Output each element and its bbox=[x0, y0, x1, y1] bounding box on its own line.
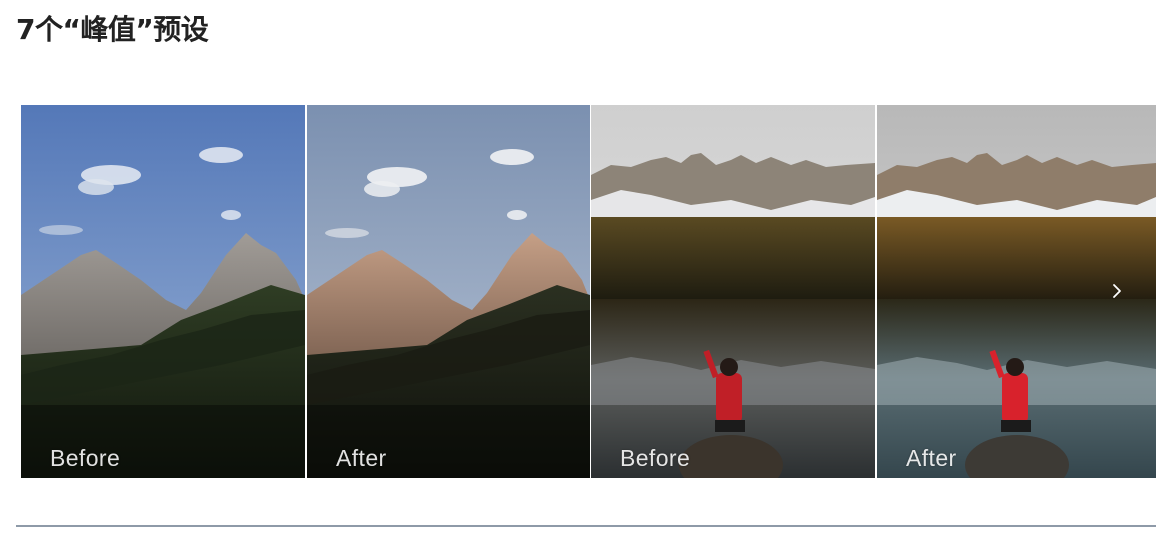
preset-image-mountain-after: After bbox=[307, 105, 590, 478]
preset-gallery[interactable]: Before After Before After bbox=[21, 105, 1156, 478]
section-divider bbox=[16, 525, 1156, 527]
lake-before-photo bbox=[591, 105, 875, 478]
page-title: 7个“峰值”预设 bbox=[16, 13, 209, 46]
before-label: Before bbox=[620, 445, 691, 471]
before-label: Before bbox=[50, 445, 121, 471]
chevron-right-icon bbox=[1113, 284, 1121, 298]
after-label: After bbox=[906, 445, 957, 471]
mountain-after-photo bbox=[307, 105, 590, 478]
after-label: After bbox=[336, 445, 387, 471]
preset-image-mountain-before: Before bbox=[21, 105, 305, 478]
preset-image-lake-before: Before bbox=[591, 105, 875, 478]
next-slide-button[interactable] bbox=[1107, 280, 1127, 302]
mountain-before-photo bbox=[21, 105, 305, 478]
